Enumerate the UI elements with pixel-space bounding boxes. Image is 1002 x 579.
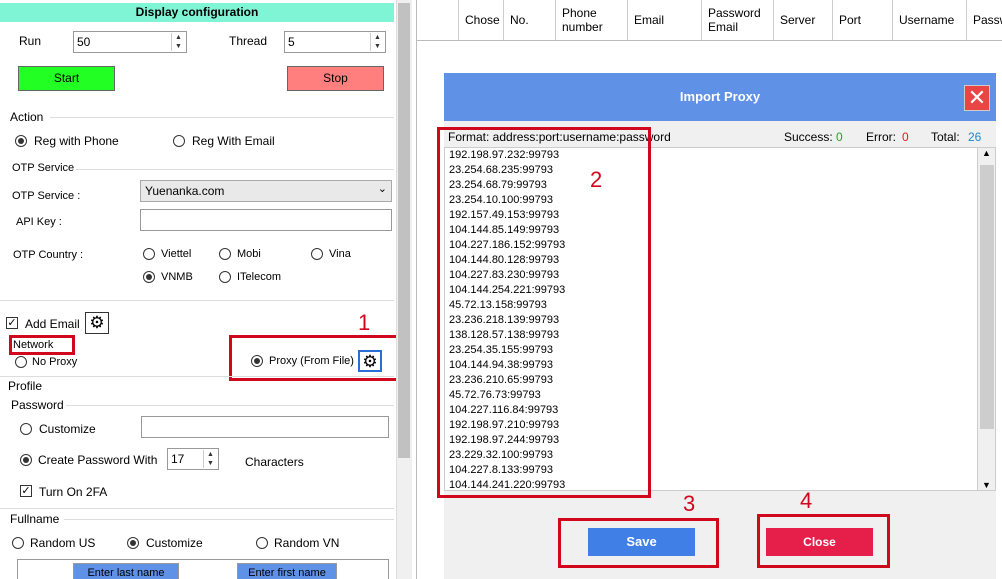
stepper-arrows-icon[interactable]: ▲ ▼: [370, 33, 384, 51]
random-us-label: Random US: [30, 536, 96, 550]
country-vnmb-radio[interactable]: [143, 271, 155, 283]
country-viettel-label: Viettel: [161, 248, 192, 260]
col-header-server[interactable]: Server: [774, 0, 833, 40]
dialog-title: Import Proxy: [444, 73, 996, 121]
reg-email-label: Reg With Email: [192, 134, 275, 148]
email-settings-gear-icon[interactable]: ⚙: [85, 312, 109, 334]
no-proxy-label: No Proxy: [32, 356, 78, 368]
fullname-customize-radio[interactable]: [127, 537, 139, 549]
reg-phone-label: Reg with Phone: [34, 134, 119, 148]
stepper-arrows-icon[interactable]: ▲ ▼: [171, 33, 185, 51]
proxy-file-radio[interactable]: [251, 355, 263, 367]
create-password-radio[interactable]: [20, 454, 32, 466]
divider: [66, 405, 394, 406]
stop-button[interactable]: Stop: [287, 66, 384, 91]
close-icon[interactable]: ✕: [964, 85, 990, 111]
divider: [0, 508, 394, 509]
table-header: Chose No. Phone number Email Password Em…: [417, 0, 1002, 41]
col-header-port[interactable]: Port: [833, 0, 893, 40]
annotation-4: 4: [800, 488, 813, 513]
error-count: 0: [902, 130, 909, 144]
add-email-label: Add Email: [25, 317, 80, 331]
divider: [0, 300, 394, 301]
proxy-list-scrollbar-thumb[interactable]: [980, 165, 994, 429]
proxy-settings-gear-icon[interactable]: ⚙: [358, 350, 382, 372]
reg-email-radio[interactable]: [173, 135, 185, 147]
last-name-input[interactable]: Enter last name: [73, 563, 179, 579]
reg-phone-radio[interactable]: [15, 135, 27, 147]
otp-service-select[interactable]: Yuenanka.com ⌄: [140, 180, 392, 202]
country-vina-radio[interactable]: [311, 248, 323, 260]
proxy-list-highlight-box: [437, 127, 651, 498]
profile-header: Profile: [8, 379, 43, 393]
col-header-chose[interactable]: Chose: [459, 0, 504, 40]
password-customize-label: Customize: [39, 422, 96, 436]
2fa-checkbox[interactable]: ✓: [20, 485, 32, 497]
country-mobi-radio[interactable]: [219, 248, 231, 260]
col-header-username[interactable]: Username: [893, 0, 967, 40]
divider: [64, 519, 394, 520]
col-header-phone[interactable]: Phone number: [556, 0, 628, 40]
col-header-password[interactable]: Passw: [967, 0, 1002, 40]
divider: [0, 376, 394, 377]
divider: [50, 117, 394, 118]
error-label: Error:: [866, 130, 896, 144]
annotation-2: 2: [590, 167, 603, 192]
fullname-header: Fullname: [10, 512, 60, 526]
country-vnmb-label: VNMB: [161, 271, 193, 283]
characters-label: Characters: [245, 455, 304, 469]
random-us-radio[interactable]: [12, 537, 24, 549]
password-length-stepper[interactable]: 17 ▲ ▼: [167, 448, 219, 470]
otp-country-label: OTP Country :: [13, 249, 84, 261]
thread-label: Thread: [229, 34, 268, 48]
annotation-3: 3: [683, 491, 696, 516]
thread-stepper[interactable]: 5 ▲ ▼: [284, 31, 386, 53]
otp-service-value: Yuenanka.com: [145, 184, 225, 198]
country-itelecom-label: ITelecom: [237, 271, 282, 283]
proxy-file-label: Proxy (From File): [269, 355, 354, 367]
divider: [76, 169, 394, 170]
config-panel: Display configuration Run 50 ▲ ▼ Thread 5…: [0, 0, 396, 579]
start-button[interactable]: Start: [18, 66, 115, 91]
success-count: 0: [836, 130, 843, 144]
country-mobi-label: Mobi: [237, 248, 261, 260]
country-itelecom-radio[interactable]: [219, 271, 231, 283]
run-stepper[interactable]: 50 ▲ ▼: [73, 31, 187, 53]
annotation-1: 1: [358, 310, 371, 335]
total-label: Total:: [931, 130, 960, 144]
custom-password-input[interactable]: [141, 416, 389, 438]
fullname-customize-label: Customize: [146, 536, 203, 550]
close-highlight-box: [757, 514, 890, 568]
action-header: Action: [10, 110, 44, 124]
password-customize-radio[interactable]: [20, 423, 32, 435]
col-header-password-email[interactable]: Password Email: [702, 0, 774, 40]
random-vn-label: Random VN: [274, 536, 340, 550]
otp-service-label: OTP Service :: [12, 190, 81, 202]
2fa-label: Turn On 2FA: [39, 485, 108, 499]
stepper-arrows-icon[interactable]: ▲ ▼: [203, 450, 217, 468]
create-password-label: Create Password With: [38, 453, 158, 467]
first-name-input[interactable]: Enter first name: [237, 563, 337, 579]
save-highlight-box: [558, 518, 719, 568]
chevron-down-icon: ⌄: [377, 183, 387, 195]
success-label: Success:: [784, 130, 833, 144]
api-key-label: API Key :: [16, 216, 62, 228]
panel-title: Display configuration: [0, 3, 394, 22]
left-scrollbar-thumb[interactable]: [398, 3, 410, 458]
col-header-email[interactable]: Email: [628, 0, 702, 40]
api-key-input[interactable]: [140, 209, 392, 231]
country-viettel-radio[interactable]: [143, 248, 155, 260]
total-count: 26: [968, 130, 982, 144]
random-vn-radio[interactable]: [256, 537, 268, 549]
col-header-select[interactable]: [417, 0, 459, 40]
col-header-no[interactable]: No.: [504, 0, 556, 40]
no-proxy-radio[interactable]: [15, 356, 27, 368]
country-vina-label: Vina: [329, 248, 351, 260]
add-email-checkbox[interactable]: ✓: [6, 317, 18, 329]
otp-header: OTP Service: [12, 162, 75, 174]
run-label: Run: [19, 34, 42, 48]
password-header: Password: [11, 398, 64, 412]
network-label: Network: [13, 339, 54, 351]
